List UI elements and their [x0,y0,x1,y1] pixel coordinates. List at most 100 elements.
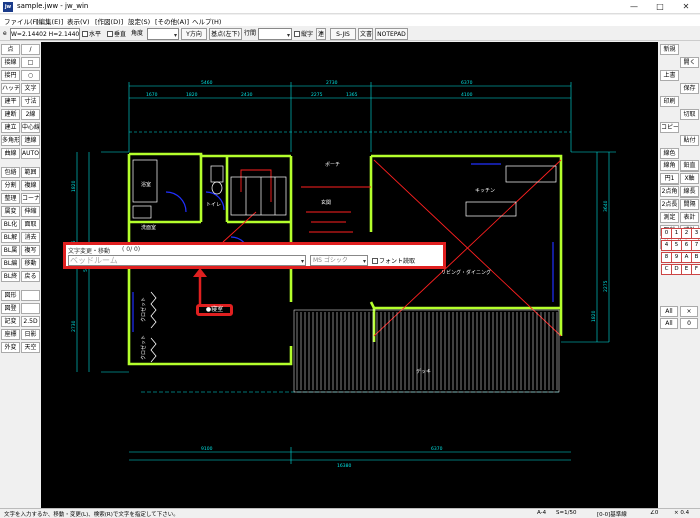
tool-button[interactable]: / [21,44,40,55]
vertical-checkbox[interactable]: 垂直 [107,28,126,40]
tool-button[interactable]: 移動 [21,258,40,269]
tool-button[interactable]: 範囲 [21,167,40,178]
tool-button[interactable]: コピー [660,122,679,133]
tool-button[interactable]: X軸 [680,173,699,184]
tool-button[interactable]: 伸縮 [21,206,40,217]
close-button[interactable]: ✕ [676,1,696,13]
tool-button[interactable]: 複写 [21,245,40,256]
bunsho-button[interactable]: 文書 [358,28,373,40]
tool-button[interactable]: 曲線 [1,148,20,159]
text-input[interactable]: ベッドルーム ▾ [68,255,306,266]
tool-button[interactable]: 連線 [21,135,40,146]
font-select[interactable]: MS ゴシック ▾ [310,255,368,266]
tool-button[interactable]: BL終 [1,271,20,282]
sjis-button[interactable]: S-JIS [330,28,356,40]
tool-button[interactable]: 測定 [660,212,679,223]
status-zoom[interactable]: × 0.4 [674,510,689,516]
menu-other[interactable]: [その他(A)] [155,16,189,26]
tool-button[interactable]: 中心線 [21,122,40,133]
status-layer[interactable]: [0-0]基準線 [597,510,627,518]
tool-button[interactable]: 建断 [1,109,20,120]
layer-all-button[interactable]: All [660,306,678,317]
tool-button[interactable]: 接線 [1,57,20,68]
room-label-callout[interactable]: ●寝室 [196,304,233,316]
layer-button[interactable]: F [691,264,700,275]
menu-settings[interactable]: 設定(S) [128,16,150,26]
tool-button[interactable]: 面取 [21,219,40,230]
tool-button[interactable]: 新規 [660,44,679,55]
status-sheet[interactable]: A-4 [537,510,546,516]
angle-select[interactable]: ▾ [147,28,179,40]
tool-button[interactable]: 2点長 [660,199,679,210]
tool-button[interactable]: BL編 [1,258,20,269]
tool-button[interactable]: 文字 [21,83,40,94]
menu-edit[interactable]: [編集(E)] [36,16,63,26]
y-direction-button[interactable]: Y方向 [181,28,207,40]
tool-button[interactable]: BL化 [1,219,20,230]
drawing-canvas[interactable]: ポーチ キッチン リビング・ダイニング トイレ 洗面室 玄関 デッキ 浴室 クロ… [41,42,658,508]
tool-button[interactable]: ○ [21,70,40,81]
tool-button[interactable] [21,290,40,301]
menu-file[interactable]: ファイル(F) [4,16,39,26]
tool-button[interactable]: 鉛直 [680,160,699,171]
tool-button[interactable]: 表計 [680,212,699,223]
line-spacing-select[interactable]: ▾ [258,28,292,40]
layer-button[interactable]: 3 [691,228,700,239]
tool-button[interactable]: 印刷 [660,96,679,107]
tool-button[interactable]: 天空 [21,342,40,353]
layer-all-button[interactable]: All [660,318,678,329]
minimize-button[interactable]: — [624,1,644,13]
tool-button[interactable]: 線長 [680,186,699,197]
tool-button[interactable]: 寸法 [21,96,40,107]
tool-button[interactable]: 多角形 [1,135,20,146]
tool-button[interactable]: 分割 [1,180,20,191]
tool-button[interactable]: 消去 [21,232,40,243]
notepad-button[interactable]: NOTEPAD [375,28,408,40]
tool-button[interactable]: 戻る [21,271,40,282]
menu-view[interactable]: 表示(V) [67,16,90,26]
tool-button[interactable]: 図登 [1,303,20,314]
tool-button[interactable]: 切取 [680,109,699,120]
tool-button[interactable]: 外変 [1,342,20,353]
tool-button[interactable]: 複線 [21,180,40,191]
tool-button[interactable]: 点 [1,44,20,55]
tool-button[interactable]: 2線 [21,109,40,120]
layer-all-button[interactable]: 0 [680,318,698,329]
menu-draw[interactable]: [作図(D)] [95,16,123,26]
menu-help[interactable]: ヘルプ(H) [192,16,221,26]
tool-button[interactable]: 属変 [1,206,20,217]
tool-button[interactable]: AUTO [21,148,40,159]
tool-button[interactable]: 線角 [660,160,679,171]
layer-all-button[interactable]: × [680,306,698,317]
tool-button[interactable]: 線色 [660,148,679,159]
continue-button[interactable]: 連 [316,28,326,40]
tool-button[interactable]: 日影 [21,329,40,340]
tool-button[interactable]: 接円 [1,70,20,81]
tool-button[interactable]: □ [21,57,40,68]
tool-button[interactable]: 2点角 [660,186,679,197]
tool-button[interactable]: 上書 [660,70,679,81]
tool-button[interactable]: 建立 [1,122,20,133]
tool-button[interactable]: 記変 [1,316,20,327]
font-read-checkbox[interactable]: フォント読取 [372,256,415,265]
tool-button[interactable]: 開く [680,57,699,68]
vertical-text-checkbox[interactable]: 縦字 [294,28,313,40]
tool-button[interactable]: 保存 [680,83,699,94]
scale-field[interactable]: W=2.14402 H=2.14402 D=0 [10,28,80,40]
tool-button[interactable]: コーナー [21,193,40,204]
horizontal-checkbox[interactable]: 水平 [82,28,101,40]
tool-button[interactable]: 円1 [660,173,679,184]
tool-button[interactable]: 間隔 [680,199,699,210]
tool-button[interactable] [21,303,40,314]
status-scale[interactable]: S=1/50 [556,510,576,516]
base-point-button[interactable]: 基点(左下) [209,28,242,40]
chevron-down-icon[interactable]: ▾ [301,257,304,266]
tool-button[interactable]: 2.5D [21,316,40,327]
status-angle[interactable]: ∠0 [650,510,658,516]
layer-button[interactable]: B [691,252,700,263]
tool-button[interactable]: ハッチ [1,83,20,94]
tool-button[interactable]: BL解 [1,232,20,243]
tool-button[interactable]: 整理 [1,193,20,204]
maximize-button[interactable]: □ [650,1,670,13]
tool-button[interactable]: 図形 [1,290,20,301]
